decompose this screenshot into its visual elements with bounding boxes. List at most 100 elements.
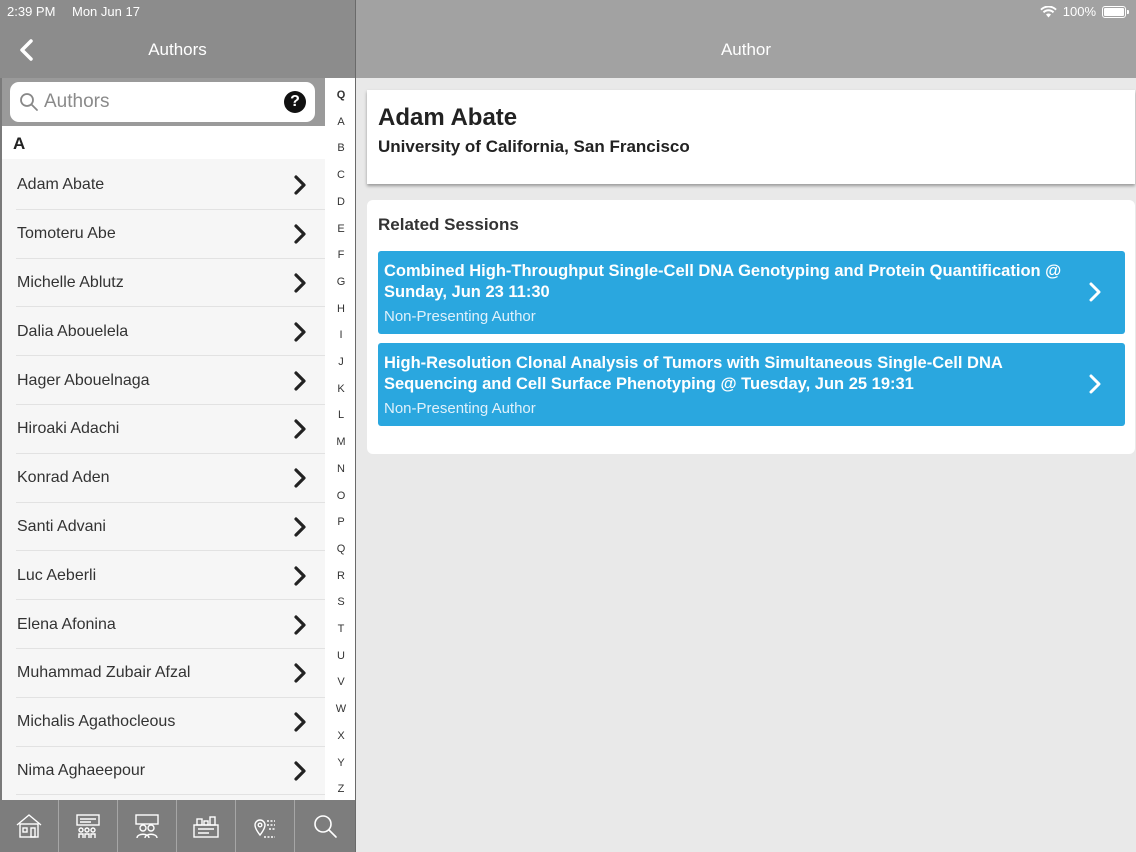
author-row[interactable]: Konrad Aden <box>2 453 325 503</box>
right-nav-bar: Author <box>356 22 1136 78</box>
exhibits-icon <box>193 816 220 838</box>
author-row[interactable]: Adam Abate <box>2 161 325 210</box>
session-role: Non-Presenting Author <box>384 308 536 325</box>
status-date: Mon Jun 17 <box>72 4 140 19</box>
chevron-right-icon <box>294 566 306 586</box>
section-header: A <box>2 126 325 159</box>
split-divider <box>355 0 356 852</box>
tab-home[interactable] <box>0 800 60 852</box>
index-letter-r[interactable]: R <box>325 570 355 582</box>
battery-percent: 100% <box>1062 4 1096 19</box>
author-row[interactable]: Tomoteru Abe <box>2 209 325 259</box>
author-row[interactable]: Michelle Ablutz <box>2 258 325 308</box>
index-letter-o[interactable]: O <box>325 490 355 502</box>
search-icon <box>314 815 337 838</box>
author-row[interactable]: Luc Aeberli <box>2 551 325 601</box>
index-letter-b[interactable]: B <box>325 142 355 154</box>
author-list: Adam Abate Tomoteru Abe Michelle Ablutz Dal… <box>2 161 325 796</box>
search-icon <box>20 93 38 111</box>
tab-program[interactable] <box>59 800 119 852</box>
index-letter-m[interactable]: M <box>325 436 355 448</box>
chevron-right-icon <box>294 419 306 439</box>
chevron-right-icon <box>294 468 306 488</box>
author-row[interactable]: Hiroaki Adachi <box>2 404 325 454</box>
alphabet-index[interactable]: Q A B C D E F G H I J K L M N O P Q R S T U V W X Y Z <box>325 78 355 800</box>
author-row[interactable]: Michalis Agathocleous <box>2 697 325 747</box>
author-row-name: Adam Abate <box>17 176 105 194</box>
wifi-icon <box>1040 5 1057 17</box>
index-letter-q[interactable]: Q <box>325 543 355 555</box>
authors-panel: ? A Adam Abate Tomoteru Abe Michelle Ablut… <box>0 78 355 800</box>
related-sessions-card: Related Sessions Combined High-Throughpu… <box>367 200 1135 454</box>
author-card: Adam Abate University of California, San… <box>367 90 1135 184</box>
author-row[interactable]: Santi Advani <box>2 502 325 552</box>
author-row-name: Hager Abouelnaga <box>17 371 150 389</box>
session-item[interactable]: High-Resolution Clonal Analysis of Tumor… <box>378 343 1125 426</box>
index-letter-k[interactable]: K <box>325 383 355 395</box>
index-letter-d[interactable]: D <box>325 196 355 208</box>
chevron-right-icon <box>294 663 306 683</box>
index-letter-x[interactable]: X <box>325 730 355 742</box>
chevron-right-icon <box>294 322 306 342</box>
index-letter-t[interactable]: T <box>325 623 355 635</box>
index-letter-i[interactable]: I <box>325 329 355 341</box>
author-row[interactable]: Dalia Abouelela <box>2 307 325 357</box>
index-letter-e[interactable]: E <box>325 223 355 235</box>
index-letter-s[interactable]: S <box>325 596 355 608</box>
left-nav-title: Authors <box>148 40 207 59</box>
status-bar: 2:39 PM Mon Jun 17 100% <box>0 0 1136 78</box>
chevron-right-icon <box>294 517 306 537</box>
author-row-name: Hiroaki Adachi <box>17 420 120 438</box>
index-letter-f[interactable]: F <box>325 249 355 261</box>
tab-map[interactable] <box>236 800 296 852</box>
session-title: Combined High-Throughput Single-Cell DNA… <box>384 262 1062 301</box>
index-letter-g[interactable]: G <box>325 276 355 288</box>
index-letter-a[interactable]: A <box>325 116 355 128</box>
chevron-right-icon <box>294 761 306 781</box>
tab-bar <box>0 800 355 852</box>
related-sessions-heading: Related Sessions <box>378 215 519 234</box>
index-search-item[interactable]: Q <box>325 89 355 101</box>
chevron-right-icon <box>1089 374 1101 394</box>
author-row-name: Dalia Abouelela <box>17 322 129 340</box>
index-letter-j[interactable]: J <box>325 356 355 368</box>
index-letter-n[interactable]: N <box>325 463 355 475</box>
index-letter-z[interactable]: Z <box>325 783 355 795</box>
status-right: 100% <box>1040 4 1129 19</box>
author-row-name: Elena Afonina <box>17 615 116 633</box>
battery-icon <box>1102 5 1129 18</box>
index-letter-v[interactable]: V <box>325 676 355 688</box>
program-icon <box>76 814 100 838</box>
author-row[interactable]: Hager Abouelnaga <box>2 356 325 405</box>
author-institution: University of California, San Francisco <box>378 137 690 156</box>
author-row-name: Nima Aghaeepour <box>17 761 146 779</box>
author-row-name: Konrad Aden <box>17 469 110 487</box>
left-nav-bar: Authors <box>0 22 355 78</box>
search-box[interactable]: ? <box>10 82 315 122</box>
index-letter-p[interactable]: P <box>325 516 355 528</box>
author-row-name: Michalis Agathocleous <box>17 713 176 731</box>
index-letter-c[interactable]: C <box>325 169 355 181</box>
index-letter-h[interactable]: H <box>325 303 355 315</box>
chevron-right-icon <box>294 712 306 732</box>
author-row[interactable]: Muhammad Zubair Afzal <box>2 648 325 698</box>
author-row-name: Santi Advani <box>17 517 106 535</box>
search-input[interactable] <box>44 91 274 113</box>
help-icon[interactable]: ? <box>284 91 306 113</box>
author-name: Adam Abate <box>378 104 518 131</box>
author-row[interactable]: Nima Aghaeepour <box>2 746 325 796</box>
index-letter-w[interactable]: W <box>325 703 355 715</box>
session-item[interactable]: Combined High-Throughput Single-Cell DNA… <box>378 251 1125 334</box>
tab-exhibits[interactable] <box>177 800 237 852</box>
search-bar: ? <box>2 78 325 126</box>
author-row-name: Muhammad Zubair Afzal <box>17 664 191 682</box>
index-letter-y[interactable]: Y <box>325 757 355 769</box>
chevron-right-icon <box>294 273 306 293</box>
tab-search[interactable] <box>295 800 354 852</box>
index-letter-u[interactable]: U <box>325 650 355 662</box>
tab-people[interactable] <box>118 800 178 852</box>
author-row[interactable]: Elena Afonina <box>2 600 325 649</box>
index-letter-l[interactable]: L <box>325 409 355 421</box>
chevron-right-icon <box>294 224 306 244</box>
session-title: High-Resolution Clonal Analysis of Tumor… <box>384 354 1003 393</box>
